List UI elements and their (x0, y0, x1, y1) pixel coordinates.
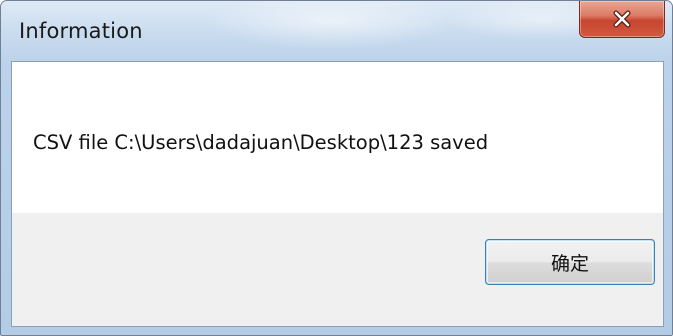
title-bar[interactable]: Information (1, 1, 672, 61)
close-icon (612, 10, 632, 28)
dialog-window: Information CSV file C:\Users\dadajuan\D… (0, 0, 673, 336)
ok-button[interactable]: 确定 (485, 239, 655, 285)
dialog-client-area: CSV file C:\Users\dadajuan\Desktop\123 s… (11, 61, 664, 327)
message-area: CSV file C:\Users\dadajuan\Desktop\123 s… (12, 62, 663, 213)
close-button[interactable] (579, 1, 665, 38)
message-text: CSV file C:\Users\dadajuan\Desktop\123 s… (33, 131, 489, 154)
window-title: Information (19, 19, 143, 43)
